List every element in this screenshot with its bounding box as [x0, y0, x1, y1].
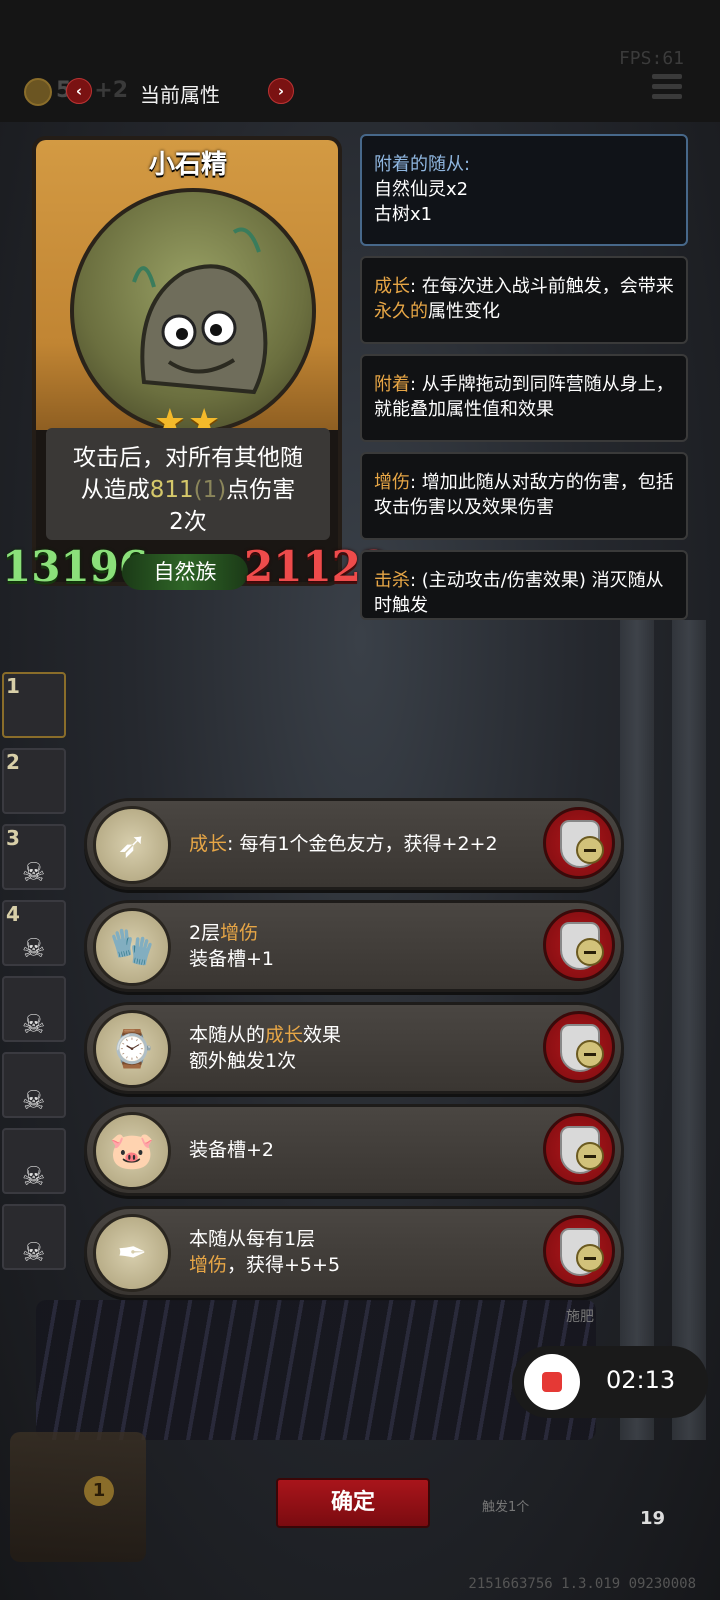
- equipment-row: ✒ 本随从每有1层 增伤，获得+5+5: [84, 1206, 624, 1298]
- recording-timer: 02:13: [606, 1366, 676, 1394]
- pig-icon: 🐷: [93, 1112, 171, 1190]
- pocket-watch-icon: ⌚: [93, 1010, 171, 1088]
- tribe-badge: 自然族: [122, 554, 248, 590]
- minus-icon: [576, 1244, 604, 1272]
- skull-icon: ☠: [22, 1086, 46, 1116]
- keyword-panel-growth: 成长: 在每次进入战斗前触发，会带来永久的属性变化: [360, 256, 688, 344]
- page-title: 当前属性: [140, 83, 220, 107]
- minus-icon: [576, 1142, 604, 1170]
- rock-creature-icon: [132, 227, 268, 395]
- keyword-panel-kill: 击杀: (主动攻击/伤害效果) 消灭随从时触发: [360, 550, 688, 620]
- screen-recorder: 02:13: [512, 1346, 708, 1418]
- top-bar: [0, 0, 720, 122]
- fertilize-label: 施肥: [566, 1309, 594, 1325]
- keyword-panel-attach: 附着: 从手牌拖动到同阵营随从身上，就能叠加属性值和效果: [360, 354, 688, 442]
- next-button[interactable]: ›: [268, 78, 294, 104]
- gold-coin-icon: [24, 78, 52, 106]
- skull-icon: ☠: [22, 1010, 46, 1040]
- equipment-label: 2层增伤 装备槽+1: [189, 922, 275, 970]
- equipment-label: 成长: 每有1个金色友方，获得+2+2: [189, 833, 498, 855]
- minion-card: 小石精 ★★ 攻击后，对所有其他随 从造成811(1)点伤害 2次 13196 …: [2, 130, 390, 600]
- roster-slot[interactable]: 1: [2, 672, 66, 738]
- equipment-row: 🐷 装备槽+2: [84, 1104, 624, 1196]
- equipment-label: 装备槽+2: [189, 1139, 275, 1161]
- keyword-panel-damage-boost: 增伤: 增加此随从对敌方的伤害，包括攻击伤害以及效果伤害: [360, 452, 688, 540]
- menu-icon[interactable]: [652, 74, 682, 102]
- equipment-row: ⌚ 本随从的成长效果 额外触发1次: [84, 1002, 624, 1094]
- background-pillar: [672, 620, 706, 1440]
- build-info: 2151663756 1.3.019 09230008: [468, 1576, 696, 1592]
- trigger-label: 触发1个: [482, 1500, 530, 1515]
- remove-equipment-button[interactable]: [543, 807, 615, 879]
- remove-equipment-button[interactable]: [543, 1011, 615, 1083]
- skull-icon: ☠: [22, 934, 46, 964]
- gauntlet-icon: 🧤: [93, 908, 171, 986]
- skull-icon: ☠: [22, 1162, 46, 1192]
- card-description: 攻击后，对所有其他随 从造成811(1)点伤害 2次: [73, 445, 303, 535]
- equipment-row: ➶ 成长: 每有1个金色友方，获得+2+2: [84, 798, 624, 890]
- attached-minions-panel: 附着的随从: 自然仙灵x2 古树x1: [360, 134, 688, 246]
- minus-icon: [576, 836, 604, 864]
- rock-sprite-portrait: [70, 188, 316, 434]
- remove-equipment-button[interactable]: [543, 909, 615, 981]
- stop-recording-button[interactable]: [524, 1354, 580, 1410]
- roster-slot[interactable]: 3 ☠: [2, 824, 66, 890]
- dark-blade-icon: ✒: [93, 1214, 171, 1292]
- hero-count: 19: [640, 1508, 666, 1529]
- prev-button[interactable]: ‹: [66, 78, 92, 104]
- chest-count-badge: 1: [84, 1476, 114, 1506]
- roster-slot[interactable]: ☠: [2, 1204, 66, 1270]
- minus-icon: [576, 1040, 604, 1068]
- confirm-button[interactable]: 确定: [276, 1478, 430, 1528]
- roster-slot[interactable]: ☠: [2, 1052, 66, 1118]
- skull-icon: ☠: [22, 858, 46, 888]
- roster-slot[interactable]: ☠: [2, 1128, 66, 1194]
- card-deck: [36, 1300, 596, 1440]
- equipment-label: 本随从的成长效果 额外触发1次: [189, 1024, 342, 1072]
- skull-icon: ☠: [22, 1238, 46, 1268]
- roster-slot[interactable]: ☠: [2, 976, 66, 1042]
- remove-equipment-button[interactable]: [543, 1113, 615, 1185]
- remove-equipment-button[interactable]: [543, 1215, 615, 1287]
- fps-counter: FPS:61: [618, 48, 684, 69]
- roster-slot[interactable]: 2: [2, 748, 66, 814]
- roster-slot[interactable]: 4 ☠: [2, 900, 66, 966]
- equipment-row: 🧤 2层增伤 装备槽+1: [84, 900, 624, 992]
- minus-icon: [576, 938, 604, 966]
- golden-arrow-icon: ➶: [93, 806, 171, 884]
- background-pillar: [620, 620, 654, 1440]
- treasure-chest[interactable]: [10, 1432, 146, 1562]
- card-name: 小石精: [148, 150, 227, 180]
- equipment-label: 本随从每有1层 增伤，获得+5+5: [189, 1228, 341, 1276]
